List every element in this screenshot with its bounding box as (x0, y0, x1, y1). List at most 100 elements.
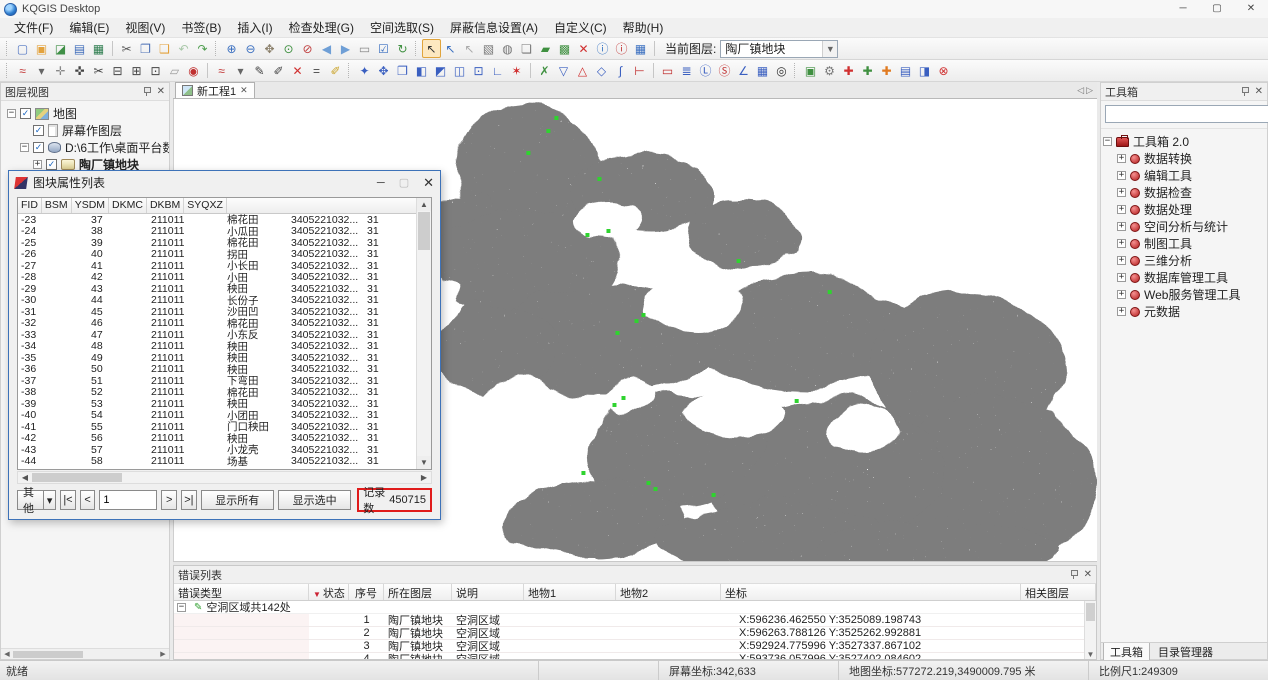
sketch-polygon-icon[interactable]: ✎ (250, 61, 269, 80)
copy-parcel-icon[interactable]: ❐ (393, 61, 412, 80)
move-parcel-icon[interactable]: ✦ (355, 61, 374, 80)
table-row[interactable]: -41 55 211011 门口秧田 3405221032... 31 (18, 421, 416, 433)
scroll-right-icon[interactable]: ▶ (417, 473, 431, 482)
tab-scroll-right-icon[interactable]: ▷ (1086, 85, 1093, 96)
expand-icon[interactable]: + (1117, 222, 1126, 231)
column-header[interactable]: 序号 (349, 584, 384, 600)
table-row[interactable]: -44 58 211011 场基 3405221032... 31 (18, 456, 416, 468)
grid-table-icon[interactable]: ▦ (753, 61, 772, 80)
scrollbar-thumb[interactable] (32, 473, 122, 482)
checkbox-checked-icon[interactable]: ✓ (20, 108, 31, 119)
column-header[interactable]: YSDM (72, 198, 109, 213)
deselect-feature-icon[interactable]: ↖ (460, 39, 479, 58)
status-scale[interactable]: 比例尺1:249309 (1088, 661, 1268, 680)
column-header[interactable]: 地物1 (524, 584, 616, 600)
trapezoid-icon[interactable]: ▱ (165, 61, 184, 80)
length-badge-icon[interactable]: Ⓛ (696, 61, 715, 80)
copy-icon[interactable]: ❐ (136, 39, 155, 58)
table-row[interactable]: -38 52 211011 棉花田 3405221032... 31 (18, 387, 416, 399)
menu-item[interactable]: 编辑(E) (61, 17, 117, 38)
menu-item[interactable]: 书签(B) (173, 17, 229, 38)
draw-dropdown-icon[interactable]: ▾ (32, 61, 51, 80)
tab-catalog-manager[interactable]: 目录管理器 (1152, 643, 1219, 661)
new-project-icon[interactable]: ▢ (13, 39, 32, 58)
checkbox-checked-icon[interactable]: ✓ (46, 159, 57, 170)
menu-item[interactable]: 检查处理(G) (281, 17, 362, 38)
show-selected-button[interactable]: 显示选中 (278, 490, 351, 510)
node-plus-icon[interactable]: ⊞ (127, 61, 146, 80)
toolbar-grip[interactable] (348, 63, 352, 78)
expand-icon[interactable]: + (1117, 188, 1126, 197)
show-check-icon[interactable]: ☑ (374, 39, 393, 58)
error-row[interactable]: 2 陶厂镇地块 空洞区域 X:596263.788126 Y:3525262.9… (174, 627, 1096, 640)
attribute-list-icon[interactable]: ▤ (896, 61, 915, 80)
scroll-up-icon[interactable]: ▲ (417, 198, 431, 211)
expand-icon[interactable]: + (1117, 239, 1126, 248)
add-vertex-icon[interactable]: ✛ (51, 61, 70, 80)
expand-icon[interactable]: + (1117, 307, 1126, 316)
layer-table-icon[interactable]: ▦ (631, 39, 650, 58)
layer-tree-node-screen-layer[interactable]: ✓ 屏幕作图层 (3, 122, 167, 139)
expand-icon[interactable]: + (1117, 205, 1126, 214)
table-row[interactable]: -31 45 211011 沙田凹 3405221032... 31 (18, 306, 416, 318)
previous-record-button[interactable]: < (80, 490, 96, 510)
split-feature-icon[interactable]: ✂ (89, 61, 108, 80)
area-badge-icon[interactable]: Ⓢ (715, 61, 734, 80)
tick-ruler-icon[interactable]: ≣ (677, 61, 696, 80)
spline-icon[interactable]: ∫ (611, 61, 630, 80)
select-polygon-icon[interactable]: ▰ (536, 39, 555, 58)
table-row[interactable]: -32 46 211011 棉花田 3405221032... 31 (18, 318, 416, 330)
toolbar-grip[interactable] (6, 63, 10, 78)
dialog-title-bar[interactable]: 图块属性列表 ─ ▢ ✕ (9, 171, 440, 194)
scroll-down-icon[interactable]: ▼ (1085, 650, 1096, 659)
toolbar-grip[interactable] (794, 63, 798, 78)
table-row[interactable]: -37 51 211011 下弯田 3405221032... 31 (18, 375, 416, 387)
expand-icon[interactable]: + (1117, 154, 1126, 163)
current-layer-combo[interactable]: 陶厂镇地块 ▼ (720, 40, 838, 58)
node-equal-icon[interactable]: ⊟ (108, 61, 127, 80)
identify-icon[interactable]: ⓘ (593, 39, 612, 58)
toolbox-tree-node[interactable]: + 数据转换 (1103, 150, 1265, 167)
diamond-tool-icon[interactable]: ◇ (592, 61, 611, 80)
diagonal-split-icon[interactable]: ◩ (431, 61, 450, 80)
settings-gear-icon[interactable]: ⚙ (820, 61, 839, 80)
pan-feature-icon[interactable]: ✥ (374, 61, 393, 80)
table-row[interactable]: -43 57 211011 小龙壳 3405221032... 31 (18, 444, 416, 456)
clear-selection-icon[interactable]: ✕ (574, 39, 593, 58)
toolbox-tree-node[interactable]: + 数据库管理工具 (1103, 269, 1265, 286)
flip-down-icon[interactable]: ▽ (554, 61, 573, 80)
paste-icon[interactable]: ❑ (155, 39, 174, 58)
toolbox-tree-node[interactable]: + 数据检查 (1103, 184, 1265, 201)
select-window-icon[interactable]: ❏ (517, 39, 536, 58)
scroll-down-icon[interactable]: ▼ (417, 456, 431, 469)
delete-feature-icon[interactable]: ✕ (288, 61, 307, 80)
select-feature-icon[interactable]: ↖ (441, 39, 460, 58)
close-button[interactable]: ✕ (1234, 0, 1268, 18)
close-tab-icon[interactable]: ✕ (240, 85, 248, 96)
save-database-icon[interactable]: ▤ (70, 39, 89, 58)
menu-item[interactable]: 帮助(H) (615, 17, 672, 38)
error-row[interactable]: 1 陶厂镇地块 空洞区域 X:596236.462550 Y:3525089.1… (174, 614, 1096, 627)
close-panel-icon[interactable]: ✕ (1255, 86, 1263, 97)
last-record-button[interactable]: >| (181, 490, 197, 510)
column-header[interactable]: 所在图层 (384, 584, 452, 600)
dialog-close-icon[interactable]: ✕ (423, 175, 434, 191)
table-row[interactable]: -33 47 211011 小东反 3405221032... 31 (18, 329, 416, 341)
map-export-icon[interactable]: ▣ (801, 61, 820, 80)
layer-tree-node-datasource[interactable]: − ✓ D:\6工作\桌面平台数据 (3, 139, 167, 156)
redo-icon[interactable]: ↷ (193, 39, 212, 58)
attribute-vscrollbar[interactable]: ▲ ▼ (416, 198, 431, 469)
menu-item[interactable]: 自定义(C) (546, 17, 615, 38)
menu-item[interactable]: 空间选取(S) (362, 17, 442, 38)
nav-back-icon[interactable]: ◀ (317, 39, 336, 58)
tab-scroll-left-icon[interactable]: ◁ (1077, 85, 1084, 96)
table-row[interactable]: -26 40 211011 拐田 3405221032... 31 (18, 249, 416, 261)
table-row[interactable]: -40 54 211011 小团田 3405221032... 31 (18, 410, 416, 422)
checkbox-checked-icon[interactable]: ✓ (33, 125, 44, 136)
import-database-icon[interactable]: ◪ (51, 39, 70, 58)
draw2-dropdown-icon[interactable]: ▾ (231, 61, 250, 80)
sketch-polygon2-icon[interactable]: ✐ (269, 61, 288, 80)
toolbox-tree-node[interactable]: + 数据处理 (1103, 201, 1265, 218)
scroll-left-icon[interactable]: ◀ (1, 650, 13, 658)
maximize-button[interactable]: ▢ (1200, 0, 1234, 18)
